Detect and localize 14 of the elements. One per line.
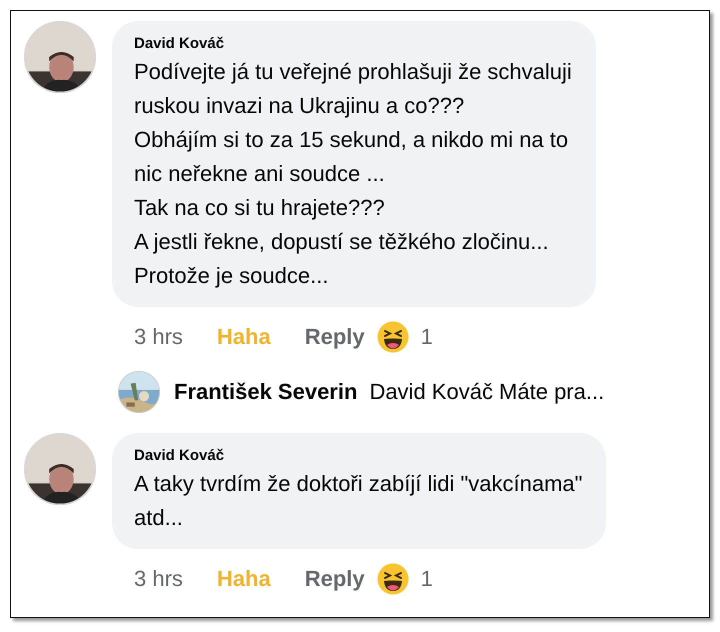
reply-link[interactable]: Reply — [304, 324, 365, 350]
reaction-count: 1 — [420, 566, 433, 592]
timestamp: 3 hrs — [134, 324, 183, 350]
comment-text: A taky tvrdím že doktoři zabíjí lidi "vakcínama" atd... — [134, 470, 582, 532]
reply-link[interactable]: Reply — [304, 566, 365, 592]
reaction-count: 1 — [420, 324, 433, 350]
reply-author[interactable]: František Severin — [174, 379, 358, 405]
timestamp: 3 hrs — [134, 566, 183, 592]
laughing-emoji-icon — [376, 563, 409, 595]
reply-preview[interactable]: David Kováč Máte pra... — [369, 379, 604, 405]
comment-text: Podívejte já tu veřejné prohlašuji že schvaluji ruskou invazi na Ukrajinu a co??? Obhájím si to za 15 sekund, a nikdo mi na to nic neřekne ani soudce ... Tak na co si tu hrajete??? A jestli řekne, dopustí se těžkého zločinu... Protože je soudce... — [134, 58, 572, 290]
author-name[interactable]: David Kováč — [134, 35, 572, 52]
laughing-emoji-icon — [376, 321, 409, 353]
author-name[interactable]: David Kováč — [134, 447, 582, 464]
